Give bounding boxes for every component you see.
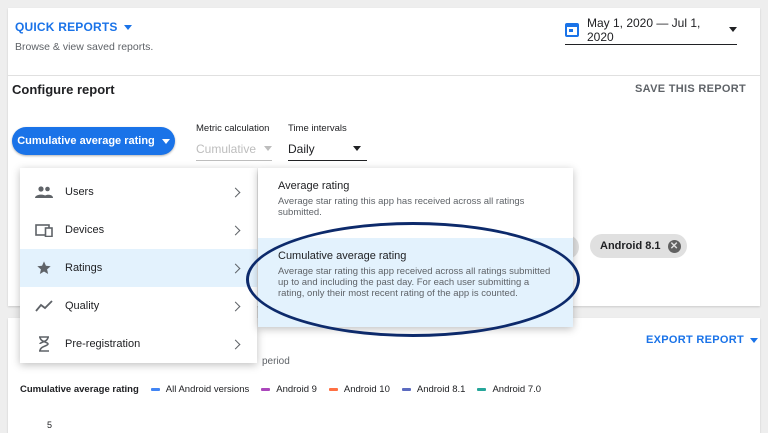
quick-reports-button[interactable]: QUICK REPORTS [15,20,132,34]
caret-down-icon [750,337,758,343]
legend-entry[interactable]: Android 8.1 [401,384,466,395]
trending-icon [34,296,54,316]
menu-item-ratings[interactable]: Ratings [20,249,257,287]
users-icon [34,182,54,202]
legend-entry[interactable]: Android 7.0 [477,384,541,395]
legend-swatch [401,388,411,391]
header-divider [8,75,760,76]
chart-description: period [262,356,290,367]
menu-item-quality[interactable]: Quality [20,287,257,325]
time-intervals-select[interactable]: Daily [288,137,367,161]
star-icon [34,258,54,278]
menu-item-label: Quality [65,300,100,312]
legend-swatch [328,388,338,391]
legend-title: Cumulative average rating [20,384,139,395]
menu-item-label: Ratings [65,262,103,274]
quick-reports-label: QUICK REPORTS [15,20,118,34]
metric-calculation-select: Cumulative [196,137,272,161]
metric-calculation-value: Cumulative [196,141,257,156]
legend-swatch [477,388,487,391]
legend-entry[interactable]: Android 9 [261,384,317,395]
legend-swatch [150,388,160,391]
menu-item-pre-registration[interactable]: Pre-registration [20,325,257,363]
caret-down-icon [264,146,272,151]
date-range-text: May 1, 2020 — Jul 1, 2020 [586,15,701,44]
legend-entry[interactable]: All Android versions [150,384,250,395]
metric-select-button[interactable]: Cumulative average rating [12,127,175,155]
legend-label: All Android versions [165,384,250,395]
legend-label: Android 10 [343,384,390,395]
version-chip[interactable]: Android 8.1 ✕ [590,234,687,258]
metric-select-label: Cumulative average rating [17,135,155,147]
menu-item-users[interactable]: Users [20,173,257,211]
chevron-right-icon [230,263,241,273]
chevron-right-icon [230,339,241,349]
close-icon[interactable]: ✕ [667,239,681,253]
hourglass-icon [34,334,54,354]
legend-swatch [261,388,271,391]
chevron-right-icon [230,225,241,235]
legend-label: Android 7.0 [492,384,542,395]
time-intervals-label: Time intervals [288,123,347,134]
chevron-right-icon [230,187,241,197]
menu-item-label: Pre-registration [65,338,141,350]
menu-item-label: Users [65,186,94,198]
menu-item-devices[interactable]: Devices [20,211,257,249]
caret-down-icon [353,146,361,151]
export-report-button[interactable]: EXPORT REPORT [646,334,758,346]
metric-calculation-label: Metric calculation [196,123,270,134]
submenu-item-title: Average rating [278,180,350,192]
legend-label: Android 9 [276,384,317,395]
calendar-icon [565,22,579,37]
chevron-right-icon [230,301,241,311]
chart-legend: Cumulative average rating All Android ve… [20,384,553,395]
caret-down-icon [729,27,737,32]
submenu-item-description: Average star rating this app has receive… [278,196,525,218]
metric-category-menu: Users Devices Ratings Quality Pre-regist… [20,168,257,363]
submenu-item-average-rating[interactable]: Average rating Average star rating this … [258,180,573,218]
legend-entry[interactable]: Android 10 [328,384,390,395]
menu-item-label: Devices [65,224,105,236]
y-axis-tick: 5 [47,420,53,430]
legend-label: Android 8.1 [416,384,466,395]
devices-icon [34,220,54,240]
highlight-ellipse [246,222,580,337]
export-report-label: EXPORT REPORT [645,334,744,346]
caret-down-icon [161,138,170,144]
page-subtitle: Browse & view saved reports. [15,41,154,53]
date-range-picker[interactable]: May 1, 2020 — Jul 1, 2020 [565,15,737,45]
caret-down-icon [123,24,132,30]
configure-title: Configure report [12,82,115,97]
time-intervals-value: Daily [288,141,315,156]
version-chip-label: Android 8.1 [600,240,661,252]
save-report-button[interactable]: SAVE THIS REPORT [635,83,746,95]
